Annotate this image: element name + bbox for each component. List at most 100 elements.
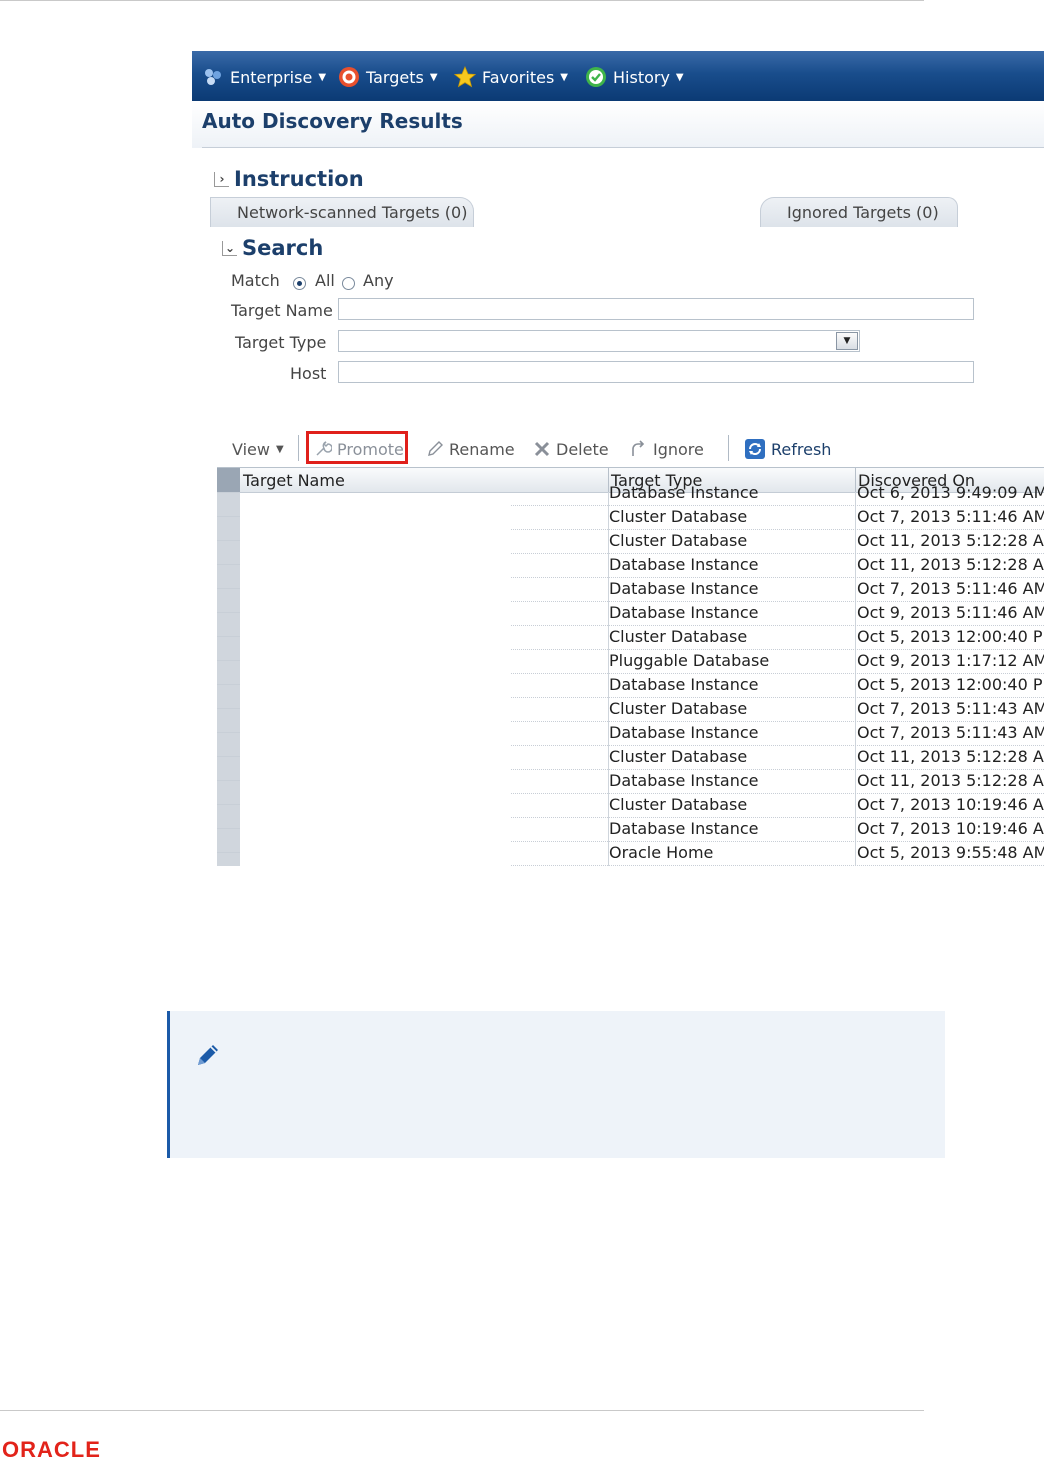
page-title: Auto Discovery Results [202,109,463,133]
table-row[interactable]: Cluster Database Oct 7, 2013 5:11:43 AM P [511,698,1044,722]
table-row[interactable]: Database Instance Oct 5, 2013 12:00:40 PM [511,674,1044,698]
chevron-down-icon: ▼ [429,71,438,83]
tab-ignored-targets[interactable]: Ignored Targets (0) [760,197,958,227]
table-row[interactable]: Cluster Database Oct 5, 2013 12:00:40 PM [511,626,1044,650]
oracle-logo: ORACLE [2,1437,101,1462]
table-corner [217,468,240,492]
nav-favorites-menu[interactable]: Favorites ▼ [454,65,568,89]
ignore-label: Ignore [653,439,704,459]
chevron-down-icon: ▼ [318,71,327,83]
toolbar-separator [298,435,299,461]
cell-target-type: Cluster Database [609,531,748,550]
pencil-icon [198,1045,218,1065]
cell-discovered-on: Oct 5, 2013 12:00:40 PM [857,627,1044,646]
cell-target-type: Cluster Database [609,699,748,718]
target-name-input[interactable] [338,298,974,320]
cell-target-type: Cluster Database [609,627,748,646]
host-input[interactable] [338,361,974,383]
nav-targets-label: Targets [366,67,424,87]
match-label: Match [231,271,280,290]
targets-icon [339,67,359,87]
bottom-rule [0,1410,924,1411]
screenshot-figure: Enterprise ▼ Targets ▼ Favorites ▼ Histo… [192,51,1044,866]
host-label: Host [290,364,327,383]
note-box [167,1011,945,1158]
cell-discovered-on: Oct 11, 2013 5:12:28 AM [857,555,1044,574]
ignore-icon [632,440,645,456]
cell-target-type: Cluster Database [609,747,748,766]
results-table: Target Name Target Type Discovered On Da… [217,467,1044,866]
cell-target-type: Database Instance [609,555,759,574]
expand-icon: › [214,171,229,187]
tab-ignored-label: Ignored Targets (0) [787,203,939,222]
cell-target-type: Database Instance [609,771,759,790]
table-row[interactable]: Database Instance Oct 7, 2013 10:19:46 AM [511,818,1044,842]
nav-enterprise-label: Enterprise [230,67,313,87]
table-row[interactable]: Cluster Database Oct 11, 2013 5:12:28 AM [511,746,1044,770]
pencil-icon [428,441,443,456]
nav-targets-menu[interactable]: Targets ▼ [338,65,438,89]
cell-discovered-on: Oct 5, 2013 9:55:48 AM P [857,843,1044,862]
target-type-select[interactable]: ▼ [338,330,860,352]
cell-discovered-on: Oct 11, 2013 5:12:28 AM [857,771,1044,790]
search-heading: Search [242,236,324,260]
refresh-icon [745,439,765,459]
svg-text:ORACLE: ORACLE [2,1437,101,1462]
match-any-radio[interactable] [342,277,355,290]
table-row[interactable]: Pluggable Database Oct 9, 2013 1:17:12 AM… [511,650,1044,674]
target-name-label: Target Name [231,301,333,320]
cell-target-type: Pluggable Database [609,651,770,670]
row-selector-gutter-lines [217,492,240,866]
view-label: View [232,439,270,459]
table-row[interactable]: Oracle Home Oct 5, 2013 9:55:48 AM P [511,842,1044,866]
chevron-down-icon: ▼ [560,71,568,83]
table-row[interactable]: Database Instance Oct 7, 2013 5:11:46 AM … [511,578,1044,602]
ignore-button[interactable]: Ignore [630,437,704,461]
cell-discovered-on: Oct 7, 2013 10:19:46 AM [857,819,1044,838]
cell-target-type: Database Instance [609,603,759,622]
enterprise-icon [205,69,221,85]
search-section-header[interactable]: ⌄ Search [222,236,323,260]
refresh-button[interactable]: Refresh [744,437,831,461]
tab-network-label: Network-scanned Targets (0) [237,203,468,222]
global-nav-bar: Enterprise ▼ Targets ▼ Favorites ▼ Histo… [192,51,1044,102]
dropdown-arrow-icon[interactable]: ▼ [836,332,858,350]
page-header: Auto Discovery Results [192,101,1044,148]
table-row[interactable]: Cluster Database Oct 7, 2013 5:11:46 AM P [511,506,1044,530]
table-row[interactable]: Database Instance Oct 9, 2013 5:11:46 AM … [511,602,1044,626]
view-menu-button[interactable]: View ▼ [232,437,284,461]
cell-discovered-on: Oct 5, 2013 12:00:40 PM [857,675,1044,694]
match-all-radio[interactable] [293,277,306,290]
refresh-label: Refresh [771,439,832,459]
cell-target-type: Oracle Home [609,843,714,862]
table-row[interactable]: Cluster Database Oct 7, 2013 10:19:46 AM [511,794,1044,818]
cell-discovered-on: Oct 7, 2013 5:11:43 AM P [857,699,1044,718]
cell-discovered-on: Oct 9, 2013 1:17:12 AM P [857,651,1044,670]
table-row-partial[interactable]: Database Instance Oct 6, 2013 9:49:09 AM… [511,482,1044,506]
delete-button[interactable]: Delete [533,437,609,461]
instruction-heading: Instruction [234,167,364,191]
nav-history-menu[interactable]: History ▼ [585,65,684,89]
cell-target-type: Database Instance [609,819,759,838]
title-divider [202,147,1044,148]
top-rule [0,0,924,1]
cell-discovered-on: Oct 7, 2013 5:11:43 AM P [857,723,1044,742]
cell-target-type: Cluster Database [609,507,748,526]
match-any-label: Any [363,271,394,290]
cell-target-type: Database Instance [609,483,759,502]
tab-network-scanned-targets[interactable]: Network-scanned Targets (0) [210,197,474,227]
history-icon [586,67,606,87]
cell-discovered-on: Oct 7, 2013 5:11:46 AM P [857,579,1044,598]
table-row[interactable]: Cluster Database Oct 11, 2013 5:12:28 AM [511,530,1044,554]
cell-discovered-on: Oct 11, 2013 5:12:28 AM [857,531,1044,550]
table-row[interactable]: Database Instance Oct 11, 2013 5:12:28 AM [511,770,1044,794]
table-row[interactable]: Database Instance Oct 7, 2013 5:11:43 AM … [511,722,1044,746]
nav-enterprise-menu[interactable]: Enterprise ▼ [202,65,326,89]
instruction-section-header[interactable]: › Instruction [214,167,364,191]
chevron-down-icon: ▼ [275,443,284,455]
column-header-target-name[interactable]: Target Name [243,471,345,490]
match-all-label: All [315,271,335,290]
rename-button[interactable]: Rename [426,437,515,461]
table-row[interactable]: Database Instance Oct 11, 2013 5:12:28 AM [511,554,1044,578]
cell-discovered-on: Oct 6, 2013 9:49:09 AM P [857,483,1044,502]
